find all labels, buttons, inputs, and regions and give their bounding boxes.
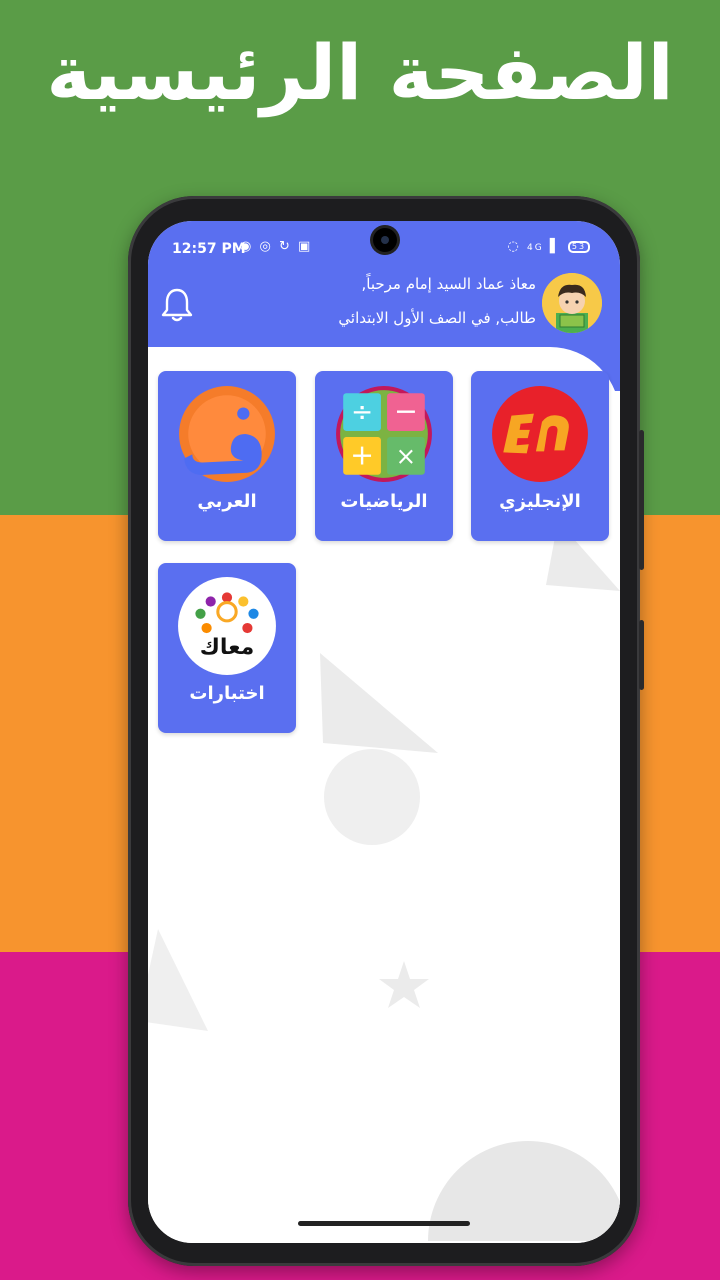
sync-icon: ↻	[278, 239, 292, 254]
wifi-calling-icon: ◉	[240, 239, 254, 254]
phone-power-button	[639, 430, 644, 570]
maak-logo-text: معاك	[199, 635, 255, 660]
arabic-dad-letter-icon	[179, 386, 275, 482]
4g-signal-icon: 4G	[527, 243, 544, 253]
front-camera	[373, 228, 397, 252]
math-operations-icon: ÷ − + ×	[336, 386, 432, 482]
subject-card-math[interactable]: ÷ − + × الرياضيات	[315, 371, 453, 541]
subject-label-math: الرياضيات	[340, 491, 428, 512]
greeting-grade: طالب, في الصف الأول الابتدائي	[338, 309, 536, 327]
english-en-icon	[492, 386, 588, 482]
hotspot-icon: ◎	[259, 239, 273, 254]
wifi-signal-icon: ▌	[549, 239, 562, 254]
svg-text:+: +	[350, 438, 374, 472]
app-icon: ▣	[298, 239, 313, 254]
svg-text:÷: ÷	[351, 397, 373, 428]
notification-bell-icon[interactable]	[160, 287, 194, 323]
svg-text:−: −	[394, 394, 418, 428]
greeting-name: معاذ عماد السيد إمام مرحباً,	[361, 275, 537, 293]
subject-card-tests[interactable]: معاك اختبارات	[158, 563, 296, 733]
status-left-icons: ◉ ◎ ↻ ▣	[240, 239, 312, 254]
promo-title: الصفحة الرئيسية	[46, 28, 674, 117]
phone-volume-button	[639, 620, 644, 690]
home-indicator[interactable]	[298, 1221, 470, 1226]
subject-card-arabic[interactable]: العربي	[158, 371, 296, 541]
battery-icon: 53	[568, 240, 590, 253]
subject-label-arabic: العربي	[197, 491, 257, 512]
status-right-icons: ◌ 4G ▌ 53	[508, 239, 590, 254]
svg-text:×: ×	[396, 442, 417, 471]
avatar[interactable]	[542, 273, 602, 333]
status-time: 12:57 PM	[172, 241, 246, 257]
maak-logo-icon	[178, 577, 276, 675]
app-screen: 12:57 PM ◉ ◎ ↻ ▣ ◌ 4G ▌ 53 معاذ عماد الس…	[148, 221, 620, 1243]
chat-icon: ◌	[507, 239, 521, 254]
subject-label-tests: اختبارات	[189, 683, 265, 704]
subject-label-english: الإنجليزي	[499, 491, 581, 512]
subject-card-english[interactable]: الإنجليزي	[471, 371, 609, 541]
